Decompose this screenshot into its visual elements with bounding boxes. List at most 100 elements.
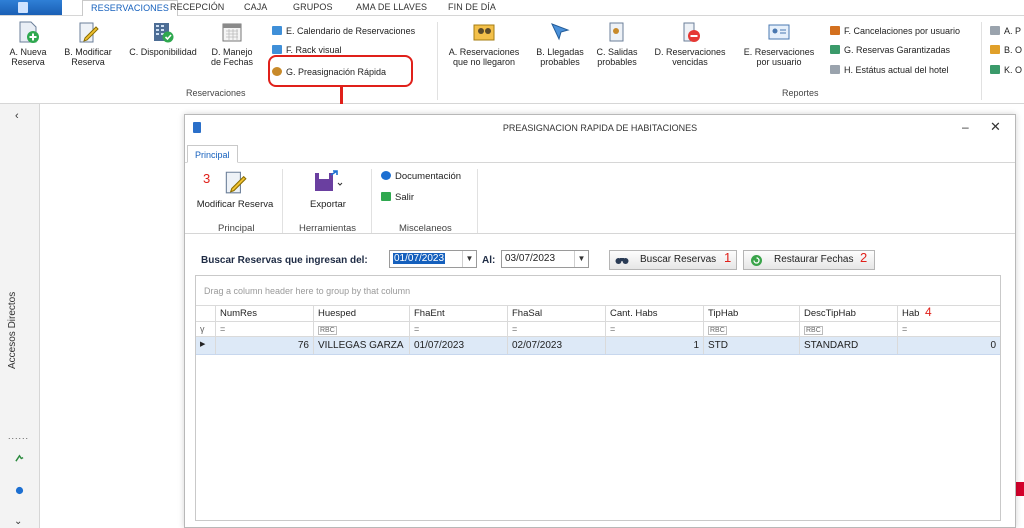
exportar-button[interactable]: Exportar: [293, 169, 363, 210]
save-export-icon: [315, 170, 343, 191]
nueva-reserva-button[interactable]: A. Nueva Reserva: [6, 20, 50, 67]
annotation-badge-4: 4: [925, 306, 932, 319]
salidas-probables-line2: probables: [597, 57, 637, 67]
column-header-hab[interactable]: Hab 4: [898, 306, 1000, 321]
modificar-reserva-dialog-button[interactable]: Modificar Reserva: [193, 169, 277, 210]
dialog-ribbon: 3 Modificar Reserva Principal Exportar H…: [185, 162, 1015, 234]
column-header-huesped[interactable]: Huesped: [314, 306, 410, 321]
expand-down-icon[interactable]: ⌄: [14, 516, 22, 527]
column-header-desctiphab[interactable]: DescTipHab: [800, 306, 898, 321]
filter-huesped[interactable]: RBC: [314, 322, 410, 336]
close-icon[interactable]: ✕: [990, 119, 1001, 135]
estatus-hotel-link[interactable]: H. Estátus actual del hotel: [830, 65, 949, 75]
restaurar-fechas-button[interactable]: Restaurar Fechas: [743, 250, 875, 270]
table-row[interactable]: ▶ 76 VILLEGAS GARZA 01/07/2023 02/07/202…: [196, 337, 1000, 355]
app-logo[interactable]: [0, 0, 62, 15]
reservaciones-por-usuario-button[interactable]: E. Reservaciones por usuario: [738, 20, 820, 67]
cell-numres[interactable]: 76: [216, 337, 314, 354]
salir-link[interactable]: Salir: [381, 192, 414, 203]
tab-caja[interactable]: CAJA: [244, 2, 267, 12]
cell-huesped[interactable]: VILLEGAS GARZA: [314, 337, 410, 354]
disponibilidad-button[interactable]: C. Disponibilidad: [127, 20, 199, 57]
reservas-garantizadas-link[interactable]: G. Reservas Garantizadas: [830, 45, 950, 55]
cell-cant-habs[interactable]: 1: [606, 337, 704, 354]
filter-fhasal[interactable]: =: [508, 322, 606, 336]
column-header-hab-label: Hab: [902, 308, 920, 319]
dialog-title-bar[interactable]: PREASIGNACION RAPIDA DE HABITACIONES – ✕: [185, 115, 1015, 141]
reservas-grid: Drag a column header here to group by th…: [195, 275, 1001, 521]
column-header-tiphab[interactable]: TipHab: [704, 306, 800, 321]
report-b-link[interactable]: B. O: [990, 45, 1022, 55]
salidas-probables-button[interactable]: C. Salidas probables: [592, 20, 642, 67]
cell-tiphab[interactable]: STD: [704, 337, 800, 354]
llegadas-probables-line1: B. Llegadas: [536, 47, 584, 57]
grid-header-row: NumRes Huesped FhaEnt FhaSal Cant. Habs …: [196, 306, 1000, 322]
reservaciones-no-llegaron-line1: A. Reservaciones: [448, 47, 520, 57]
modificar-reserva-button[interactable]: B. Modificar Reserva: [60, 20, 116, 67]
report-a-link[interactable]: A. P: [990, 26, 1021, 36]
rack-visual-link[interactable]: F. Rack visual: [272, 45, 342, 55]
nueva-reserva-line1: A. Nueva: [9, 47, 47, 57]
cancelaciones-por-usuario-link[interactable]: F. Cancelaciones por usuario: [830, 26, 960, 36]
dialog-title: PREASIGNACION RAPIDA DE HABITACIONES: [502, 123, 698, 133]
cell-fhaent[interactable]: 01/07/2023: [410, 337, 508, 354]
column-header-fhasal[interactable]: FhaSal: [508, 306, 606, 321]
hotel-status-icon: [830, 65, 840, 74]
reservaciones-no-llegaron-line2: que no llegaron: [452, 57, 516, 67]
filter-icon[interactable]: γ: [196, 322, 216, 336]
documentacion-label: Documentación: [395, 171, 462, 182]
column-header-fhaent[interactable]: FhaEnt: [410, 306, 508, 321]
annotation-highlight-box: [268, 55, 413, 87]
filter-numres[interactable]: =: [216, 322, 314, 336]
column-header-numres[interactable]: NumRes: [216, 306, 314, 321]
report-k-link[interactable]: K. O: [990, 65, 1022, 75]
collapse-sidebar-icon[interactable]: ‹: [15, 110, 19, 122]
row-indicator-icon: ▶: [196, 337, 216, 354]
disponibilidad-label: C. Disponibilidad: [129, 47, 197, 57]
chevron-down-icon[interactable]: ▼: [574, 251, 588, 267]
cell-hab[interactable]: 0: [898, 337, 1000, 354]
tab-ama-de-llaves[interactable]: AMA DE LLAVES: [356, 2, 427, 12]
calendar-small-icon: [272, 26, 282, 35]
tab-fin-de-dia[interactable]: FIN DE DÍA: [448, 2, 496, 12]
tab-principal[interactable]: Principal: [187, 145, 238, 163]
tab-recepcion[interactable]: RECEPCIÓN: [170, 2, 224, 12]
filter-tiphab[interactable]: RBC: [704, 322, 800, 336]
filter-desctiphab[interactable]: RBC: [800, 322, 898, 336]
arrow-shortcut-icon[interactable]: [15, 454, 24, 463]
manejo-fechas-line2: de Fechas: [210, 57, 254, 67]
filter-fhaent[interactable]: =: [410, 322, 508, 336]
annotation-badge-1: 1: [724, 250, 732, 265]
fecha-hasta-value: 03/07/2023: [505, 253, 556, 264]
sidebar-splitter[interactable]: ......: [8, 431, 29, 441]
tab-reservaciones[interactable]: RESERVACIONES: [82, 0, 178, 17]
text-filter-icon: RBC: [708, 326, 727, 335]
globe-shortcut-icon[interactable]: [15, 486, 24, 495]
accesos-directos-label[interactable]: Accesos Directos: [7, 292, 18, 369]
reservaciones-no-llegaron-button[interactable]: A. Reservaciones que no llegaron: [444, 20, 524, 67]
report-icon-2: [990, 45, 1000, 54]
fecha-hasta-input[interactable]: 03/07/2023 ▼: [501, 250, 589, 268]
minimize-icon[interactable]: –: [962, 120, 969, 134]
group-by-panel[interactable]: Drag a column header here to group by th…: [196, 276, 1000, 306]
cell-fhasal[interactable]: 02/07/2023: [508, 337, 606, 354]
buscar-reservas-button[interactable]: Buscar Reservas: [609, 250, 737, 270]
modificar-reserva-dialog-label: Modificar Reserva: [196, 199, 274, 210]
people-report-icon: [473, 24, 495, 41]
column-header-cant-habs[interactable]: Cant. Habs: [606, 306, 704, 321]
report-a-label: A. P: [1004, 26, 1022, 36]
reservaciones-vencidas-button[interactable]: D. Reservaciones vencidas: [648, 20, 732, 67]
chevron-down-icon[interactable]: ▼: [462, 251, 476, 267]
llegadas-probables-button[interactable]: B. Llegadas probables: [532, 20, 588, 67]
cell-desctiphab[interactable]: STANDARD: [800, 337, 898, 354]
fecha-desde-value: 01/07/2023: [393, 253, 446, 264]
manejo-fechas-button[interactable]: D. Manejo de Fechas: [207, 20, 257, 67]
al-label: Al:: [482, 255, 496, 266]
calendario-reservaciones-link[interactable]: E. Calendario de Reservaciones: [272, 26, 415, 36]
tab-grupos[interactable]: GRUPOS: [293, 2, 333, 12]
documentacion-link[interactable]: Documentación: [381, 171, 461, 182]
fecha-desde-input[interactable]: 01/07/2023 ▼: [389, 250, 477, 268]
principal-group-label: Principal: [218, 223, 255, 234]
filter-hab[interactable]: =: [898, 322, 1000, 336]
filter-cant-habs[interactable]: =: [606, 322, 704, 336]
